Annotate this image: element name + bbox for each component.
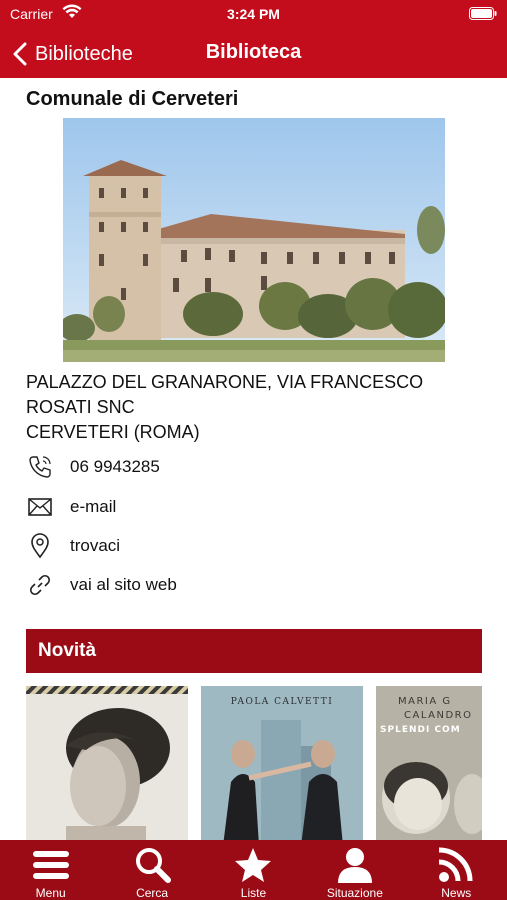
address-line: CERVETERI (ROMA) — [26, 422, 200, 442]
rss-icon — [439, 847, 473, 882]
status-bar: Carrier 3:24 PM — [0, 0, 507, 30]
news-section-title: Novità — [38, 640, 97, 661]
address-line: PALAZZO DEL GRANARONE, VIA FRANCESCO — [26, 372, 424, 392]
link-icon — [26, 571, 60, 599]
map-label: trovaci — [70, 536, 121, 555]
map-pin-icon — [26, 532, 60, 560]
search-icon — [136, 848, 172, 883]
library-address: PALAZZO DEL GRANARONE, VIA FRANCESCO ROS… — [26, 370, 486, 445]
tab-status[interactable]: Situazione — [305, 840, 405, 900]
tab-lists[interactable]: Liste — [203, 840, 303, 900]
cover-title: SPLENDI COM — [380, 725, 461, 735]
library-name: Comunale di Cerveteri — [26, 88, 239, 110]
tab-menu[interactable]: Menu — [1, 840, 101, 900]
email-label: e-mail — [70, 497, 117, 516]
phone-icon — [26, 453, 60, 481]
page-title: Biblioteca — [205, 41, 302, 63]
tab-news-label: News — [441, 886, 472, 900]
library-photo — [63, 118, 445, 362]
email-link[interactable]: e-mail — [26, 492, 116, 522]
battery-icon — [469, 7, 497, 20]
tab-menu-label: Menu — [35, 886, 66, 900]
website-label: vai al sito web — [70, 575, 177, 594]
menu-icon — [32, 851, 69, 879]
navigation-bar: Biblioteche Biblioteca — [0, 30, 507, 78]
tab-search-label: Cerca — [136, 886, 169, 900]
book-cover[interactable] — [26, 686, 188, 840]
tab-search[interactable]: Cerca — [102, 840, 202, 900]
website-link[interactable]: vai al sito web — [26, 570, 177, 600]
news-section-header: Novità — [26, 629, 482, 673]
phone-link[interactable]: 06 9943285 — [26, 452, 160, 482]
book-cover[interactable]: PAOLA CALVETTI — [201, 686, 363, 840]
cover-author: PAOLA CALVETTI — [231, 697, 334, 707]
map-link[interactable]: trovaci — [26, 531, 120, 561]
envelope-icon — [26, 493, 60, 521]
phone-label: 06 9943285 — [70, 457, 160, 476]
tab-bar: Menu Cerca Liste Situazione News — [0, 840, 507, 900]
cover-author: CALANDRO — [404, 710, 472, 721]
book-cover[interactable]: MARIA G CALANDRO SPLENDI COM — [376, 686, 482, 840]
tab-news[interactable]: News — [406, 840, 506, 900]
clock: 3:24 PM — [227, 6, 280, 22]
address-line: ROSATI SNC — [26, 397, 135, 417]
tab-lists-label: Liste — [240, 886, 267, 900]
user-icon — [337, 848, 372, 883]
cover-author: MARIA G — [398, 696, 452, 707]
news-carousel[interactable]: PAOLA CALVETTI MARIA G CALANDRO SPLENDI … — [26, 686, 482, 840]
tab-status-label: Situazione — [326, 886, 383, 900]
star-icon — [235, 848, 272, 882]
library-detail: Comunale di Cerveteri PALAZZO DEL GRANAR… — [0, 78, 507, 840]
